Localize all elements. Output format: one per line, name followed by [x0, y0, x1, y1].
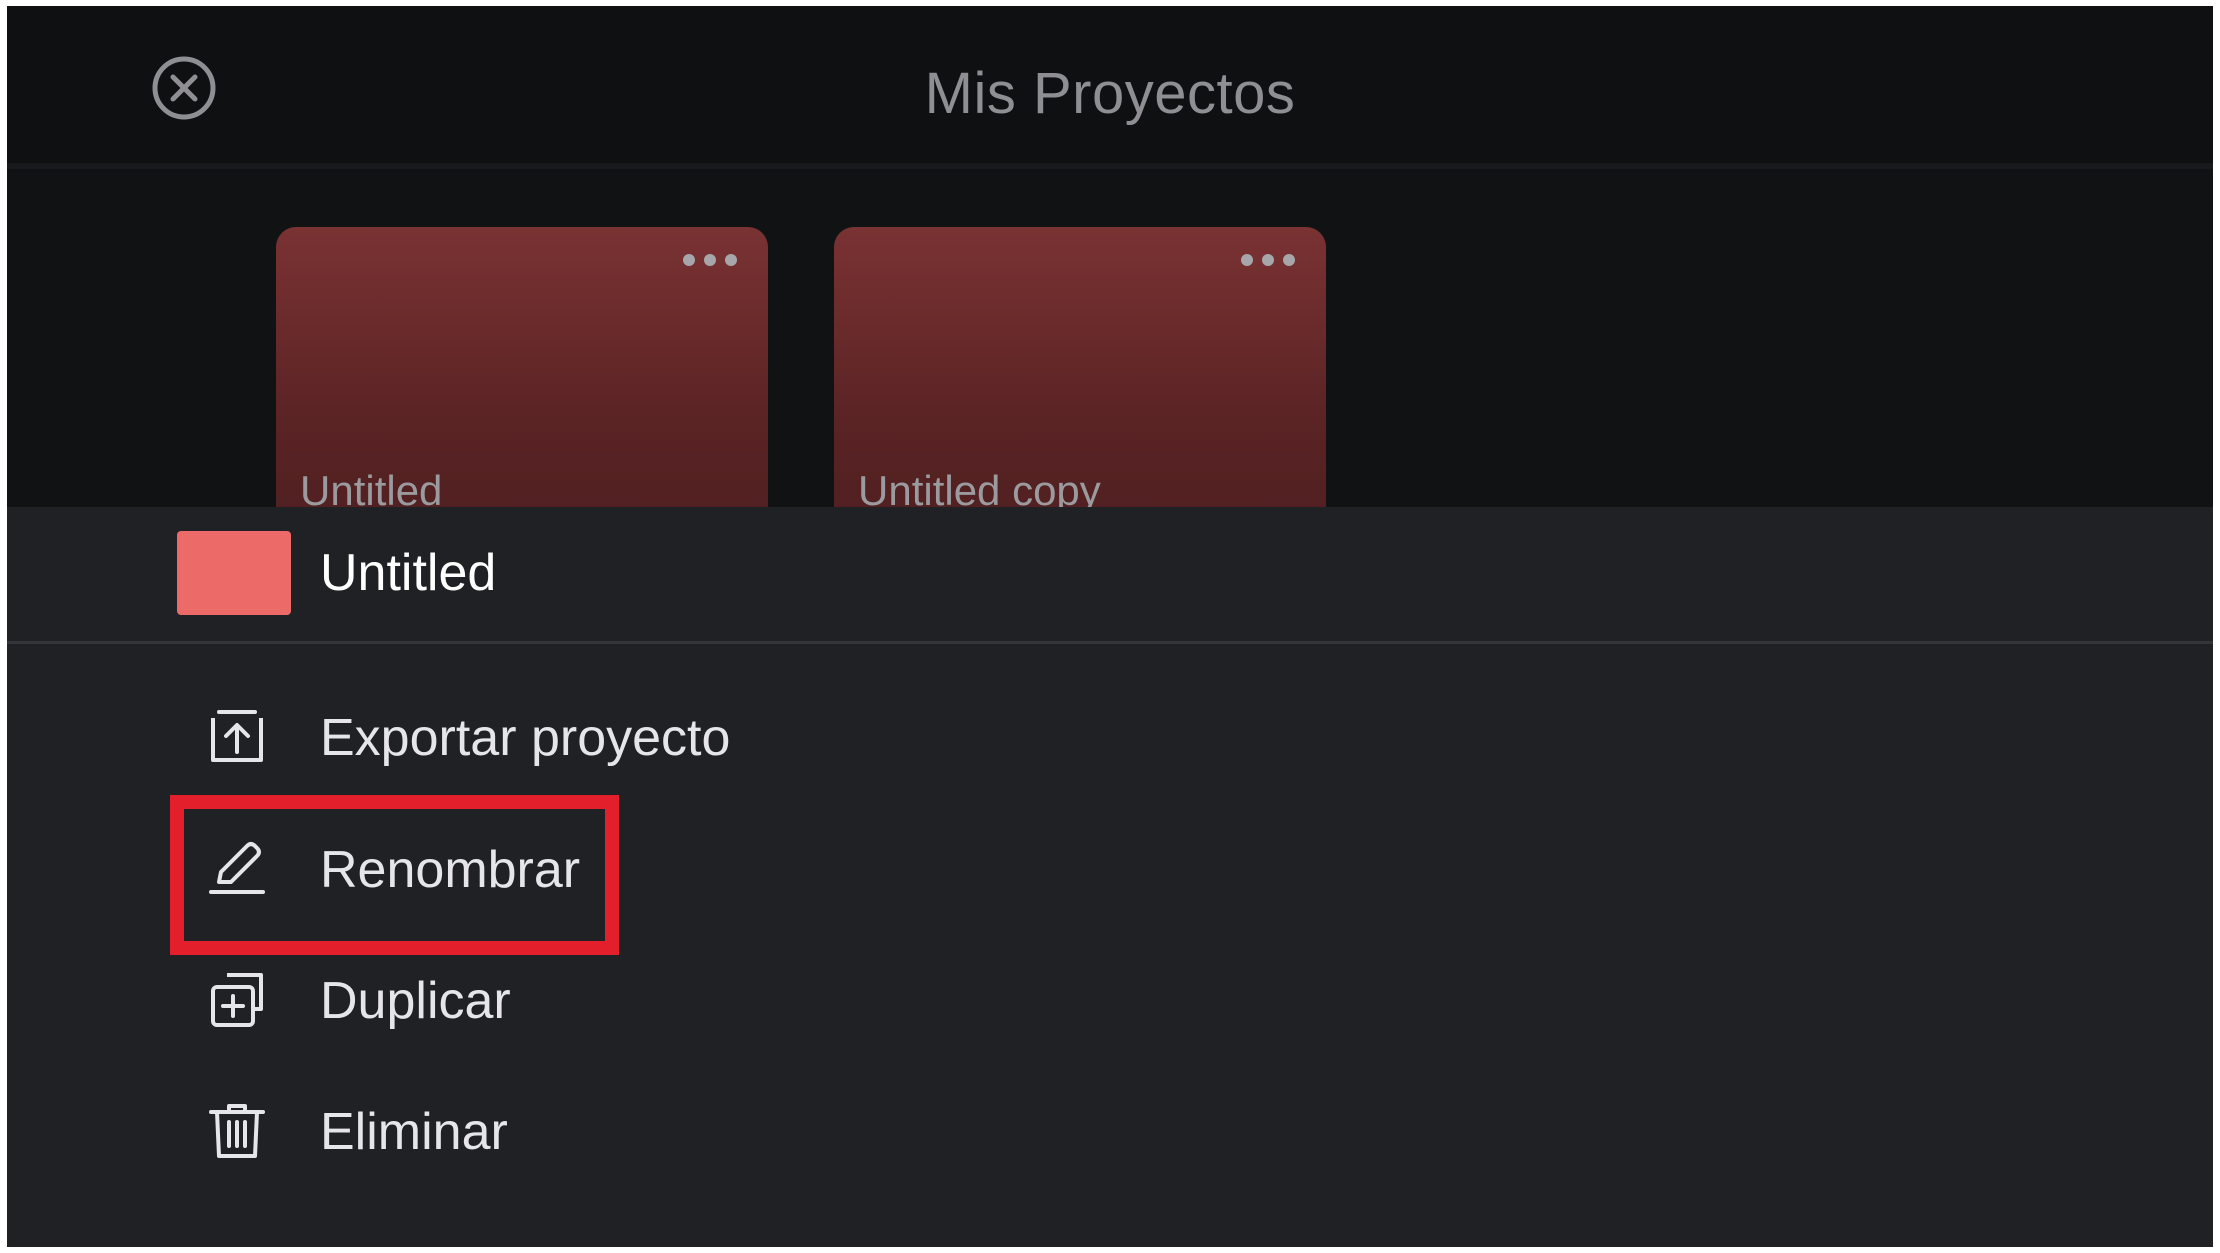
export-icon — [211, 710, 263, 762]
trash-icon — [209, 1104, 265, 1158]
page-title: Mis Proyectos — [924, 61, 1296, 126]
pencil-icon — [209, 842, 265, 894]
delete-label: Eliminar — [320, 1103, 508, 1161]
rename-button[interactable]: Renombrar — [177, 814, 1177, 924]
action-sheet: Untitled Exportar proyecto Renombrar Dup… — [7, 507, 2213, 1247]
duplicate-button[interactable]: Duplicar — [177, 945, 1177, 1055]
action-sheet-title: Untitled — [320, 544, 497, 602]
duplicate-icon — [211, 973, 263, 1027]
top-bar: Mis Proyectos — [7, 6, 2213, 169]
project-card[interactable]: Untitled copy — [834, 227, 1326, 513]
more-options-icon[interactable] — [1240, 253, 1296, 267]
project-color-swatch — [177, 531, 291, 615]
delete-button[interactable]: Eliminar — [177, 1076, 1177, 1186]
project-card[interactable]: Untitled — [276, 227, 768, 513]
export-project-button[interactable]: Exportar proyecto — [177, 682, 1177, 792]
project-grid: Untitled Untitled copy — [7, 169, 2213, 513]
more-options-icon[interactable] — [682, 253, 738, 267]
app-window: Mis Proyectos Untitled Untitled copy Unt… — [7, 6, 2213, 1247]
duplicate-label: Duplicar — [320, 972, 511, 1030]
export-project-label: Exportar proyecto — [320, 709, 731, 767]
action-sheet-header: Untitled — [7, 507, 2213, 644]
rename-label: Renombrar — [320, 841, 581, 899]
